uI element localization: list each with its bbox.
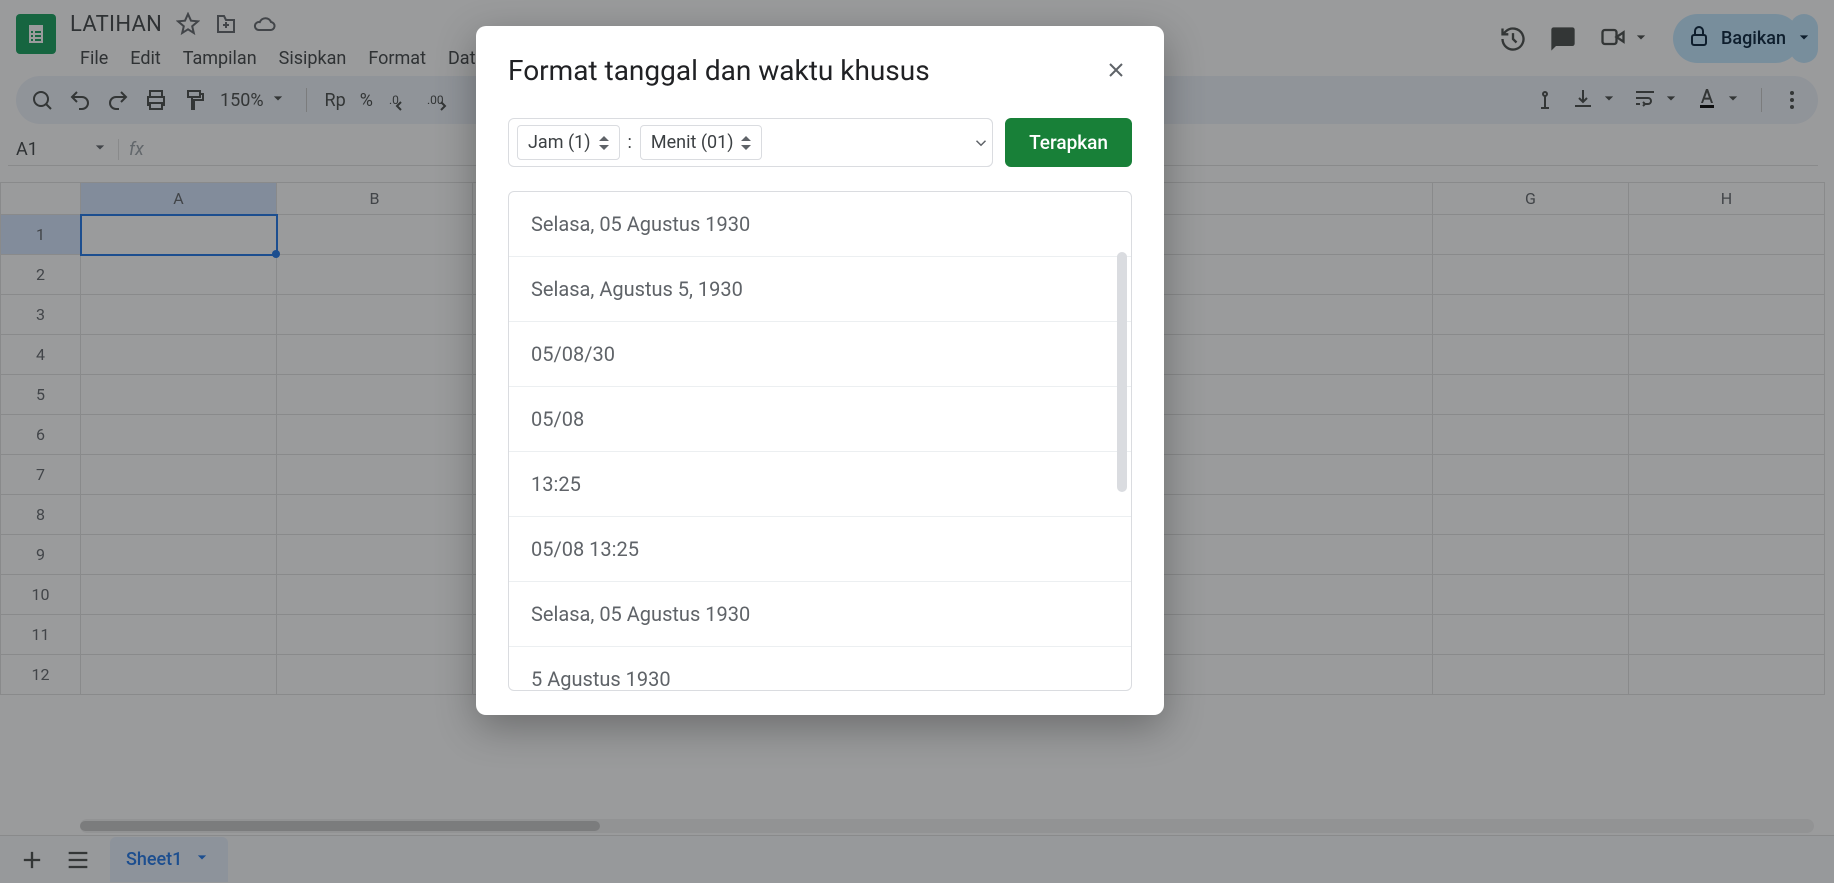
format-option[interactable]: 5 Agustus 1930 — [509, 647, 1131, 691]
format-option[interactable]: Selasa, 05 Agustus 1930 — [509, 192, 1131, 257]
format-option[interactable]: 05/08 13:25 — [509, 517, 1131, 582]
stepper-icon[interactable] — [599, 136, 609, 150]
format-option[interactable]: Selasa, 05 Agustus 1930 — [509, 582, 1131, 647]
stepper-icon[interactable] — [741, 136, 751, 150]
token-hour-label: Jam (1) — [528, 132, 591, 153]
format-option[interactable]: 05/08 — [509, 387, 1131, 452]
format-preset-list: Selasa, 05 Agustus 1930 Selasa, Agustus … — [508, 191, 1132, 691]
format-option[interactable]: Selasa, Agustus 5, 1930 — [509, 257, 1131, 322]
token-minute[interactable]: Menit (01) — [640, 125, 763, 160]
token-minute-label: Menit (01) — [651, 132, 734, 153]
list-scrollbar[interactable] — [1117, 252, 1127, 492]
close-icon[interactable] — [1100, 54, 1132, 90]
custom-date-format-dialog: Format tanggal dan waktu khusus Jam (1) … — [476, 26, 1164, 715]
apply-label: Terapkan — [1029, 131, 1108, 154]
format-option[interactable]: 13:25 — [509, 452, 1131, 517]
format-token-input[interactable]: Jam (1) : Menit (01) — [508, 118, 993, 167]
format-option[interactable]: 05/08/30 — [509, 322, 1131, 387]
token-separator: : — [626, 132, 634, 153]
apply-button[interactable]: Terapkan — [1005, 118, 1132, 167]
dialog-title: Format tanggal dan waktu khusus — [508, 54, 930, 87]
token-hour[interactable]: Jam (1) — [517, 125, 620, 160]
add-token-dropdown[interactable] — [970, 118, 993, 167]
